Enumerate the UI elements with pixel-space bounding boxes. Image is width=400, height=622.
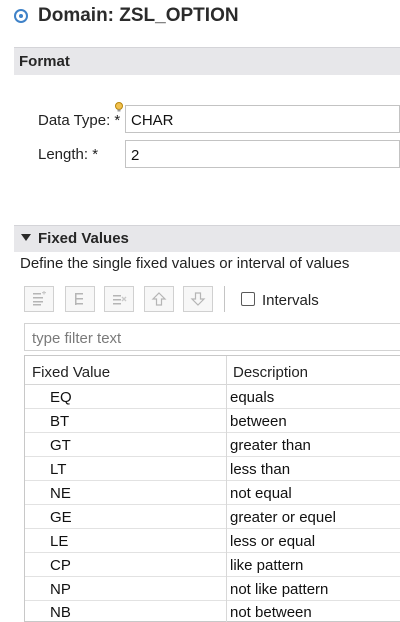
table-row[interactable]: NB not between <box>25 600 400 622</box>
column-divider <box>226 356 227 622</box>
move-up-icon <box>151 292 167 306</box>
description-cell[interactable]: greater than <box>230 437 311 454</box>
data-type-label: Data Type: * <box>38 112 121 129</box>
fixed-value-cell[interactable]: EQ <box>50 389 72 406</box>
table-row[interactable]: EQ equals <box>25 385 400 409</box>
description-cell[interactable]: greater or equel <box>230 509 336 526</box>
fixed-values-section-title: Fixed Values <box>38 230 129 247</box>
table-row[interactable]: BT between <box>25 409 400 433</box>
insert-value-icon <box>75 293 83 305</box>
add-value-button[interactable] <box>24 286 54 312</box>
fixed-value-cell[interactable]: GE <box>50 509 72 526</box>
table-row[interactable]: NP not like pattern <box>25 577 400 601</box>
fixed-value-cell[interactable]: NE <box>50 485 71 502</box>
table-row[interactable]: GE greater or equel <box>25 505 400 529</box>
fixed-value-cell[interactable]: LE <box>50 533 68 550</box>
fixed-value-cell[interactable]: GT <box>50 437 71 454</box>
length-field[interactable] <box>125 140 400 168</box>
column-header-description[interactable]: Description <box>233 364 308 381</box>
description-cell[interactable]: not equal <box>230 485 292 502</box>
fixed-value-cell[interactable]: NB <box>50 604 71 621</box>
column-header-fixed-value[interactable]: Fixed Value <box>32 364 110 381</box>
page-title: Domain: ZSL_OPTION <box>38 5 239 26</box>
fixed-value-cell[interactable]: BT <box>50 413 69 430</box>
description-cell[interactable]: not like pattern <box>230 581 328 598</box>
length-value: 2 <box>131 147 140 164</box>
format-section-title: Format <box>19 53 70 70</box>
move-up-button[interactable] <box>144 286 174 312</box>
add-value-icon <box>33 291 46 306</box>
format-section-header <box>14 47 400 75</box>
description-cell[interactable]: like pattern <box>230 557 303 574</box>
filter-placeholder: type filter text <box>32 330 122 347</box>
description-cell[interactable]: less or equal <box>230 533 315 550</box>
table-row[interactable]: NE not equal <box>25 481 400 505</box>
toolbar-separator <box>224 286 225 312</box>
intervals-checkbox[interactable] <box>241 292 255 306</box>
table-row[interactable]: GT greater than <box>25 433 400 457</box>
fixed-value-cell[interactable]: NP <box>50 581 71 598</box>
description-cell[interactable]: less than <box>230 461 290 478</box>
length-label: Length: * <box>38 146 99 163</box>
remove-value-button[interactable] <box>104 286 134 312</box>
fixed-values-description: Define the single fixed values or interv… <box>20 255 350 272</box>
table-row[interactable]: CP like pattern <box>25 553 400 577</box>
description-cell[interactable]: not between <box>230 604 312 621</box>
insert-value-button[interactable] <box>65 286 95 312</box>
move-down-button[interactable] <box>183 286 213 312</box>
remove-value-icon <box>113 295 127 305</box>
table-row[interactable]: LT less than <box>25 457 400 481</box>
data-type-value: CHAR <box>131 112 174 129</box>
fixed-value-cell[interactable]: CP <box>50 557 71 574</box>
collapse-triangle-icon[interactable] <box>21 234 31 241</box>
fixed-value-cell[interactable]: LT <box>50 461 66 478</box>
domain-icon <box>14 9 28 23</box>
move-down-icon <box>190 292 206 306</box>
description-cell[interactable]: between <box>230 413 287 430</box>
description-cell[interactable]: equals <box>230 389 274 406</box>
table-row[interactable]: LE less or equal <box>25 529 400 553</box>
intervals-label[interactable]: Intervals <box>262 292 319 309</box>
content-assist-bulb-icon <box>115 102 123 112</box>
